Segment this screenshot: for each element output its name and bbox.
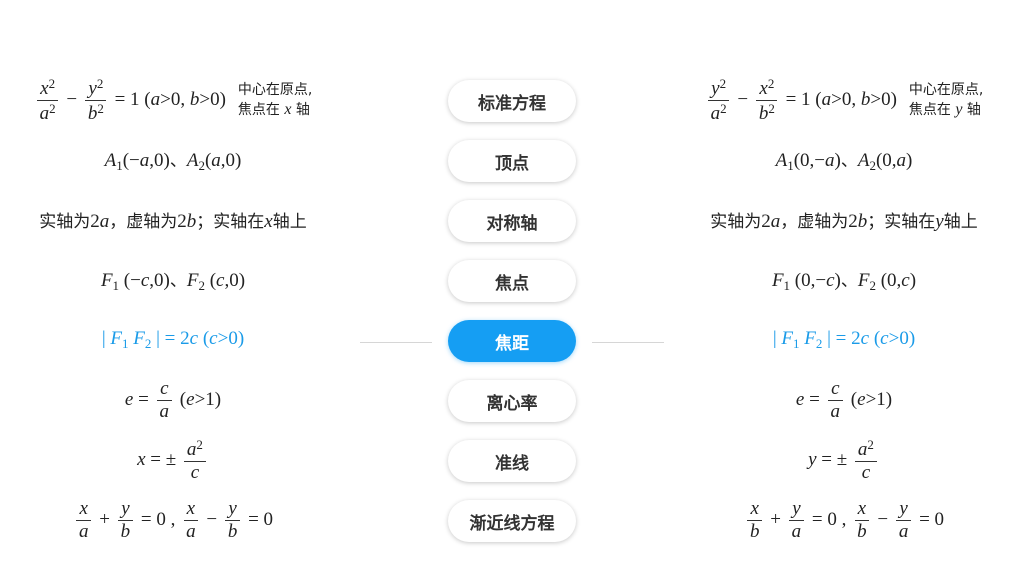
left-vertex: A1(−a,0)、A2(a,0) [104, 150, 242, 173]
left-asymptote: xa + yb = 0 , xa − yb = 0 [3, 490, 343, 550]
right-directrix: y = ± a2 c [668, 430, 1020, 490]
right-column: y2 a2 − x2 b2 = 1 (a>0, b>0) 中心在原点, 焦点在 y … [668, 70, 1020, 550]
right-axis: 实轴为2a，虚轴为2b；实轴在y轴上 [710, 211, 978, 232]
left-foci: F1 (−c,0)、F2 (c,0) [100, 270, 246, 293]
left-note-line1: 中心在原点, [237, 82, 313, 98]
right-note-line2: 焦点在 y 轴 [908, 101, 981, 118]
left-directrix: x = ± a2 c [3, 430, 343, 490]
right-connector-line [592, 342, 664, 343]
left-note-line2: 焦点在 x 轴 [237, 101, 310, 118]
focal-distance-button[interactable]: 焦距 [448, 320, 576, 362]
right-note-line1: 中心在原点, [908, 82, 984, 98]
eccentricity-button[interactable]: 离心率 [448, 380, 576, 422]
right-eccentricity: e = ca (e>1) [795, 377, 893, 422]
asymptote-button[interactable]: 渐近线方程 [448, 500, 576, 542]
property-menu: 标准方程 顶点 对称轴 焦点 焦距 离心率 准线 渐近线方程 [448, 80, 576, 560]
right-asymptote: xb + ya = 0 , xb − ya = 0 [668, 490, 1020, 550]
directrix-button[interactable]: 准线 [448, 440, 576, 482]
left-eccentricity: e = ca (e>1) [124, 377, 222, 422]
right-foci: F1 (0,−c)、F2 (0,c) [771, 270, 917, 293]
focus-button[interactable]: 焦点 [448, 260, 576, 302]
left-equation-formula: x2 a2 − y2 b2 = 1 (a>0, b>0) [34, 76, 226, 124]
vertex-button[interactable]: 顶点 [448, 140, 576, 182]
left-axis: 实轴为2a，虚轴为2b；实轴在x轴上 [39, 211, 307, 232]
right-vertex: A1(0,−a)、A2(0,a) [775, 150, 913, 173]
standard-equation-button[interactable]: 标准方程 [448, 80, 576, 122]
left-column: x2 a2 − y2 b2 = 1 (a>0, b>0) 中心在原点, 焦点在 x … [3, 70, 343, 550]
left-focal-distance: | F1 F2 | = 2c (c>0) [101, 328, 245, 351]
left-standard-equation: x2 a2 − y2 b2 = 1 (a>0, b>0) 中心在原点, 焦点在 x … [3, 70, 343, 130]
right-standard-equation: y2 a2 − x2 b2 = 1 (a>0, b>0) 中心在原点, 焦点在 y … [668, 70, 1020, 130]
right-equation-formula: y2 a2 − x2 b2 = 1 (a>0, b>0) [705, 76, 897, 124]
symmetry-axis-button[interactable]: 对称轴 [448, 200, 576, 242]
right-equation-note: 中心在原点, 焦点在 y 轴 [909, 80, 983, 120]
left-connector-line [360, 342, 432, 343]
left-equation-note: 中心在原点, 焦点在 x 轴 [238, 80, 312, 120]
right-focal-distance: | F1 F2 | = 2c (c>0) [772, 328, 916, 351]
